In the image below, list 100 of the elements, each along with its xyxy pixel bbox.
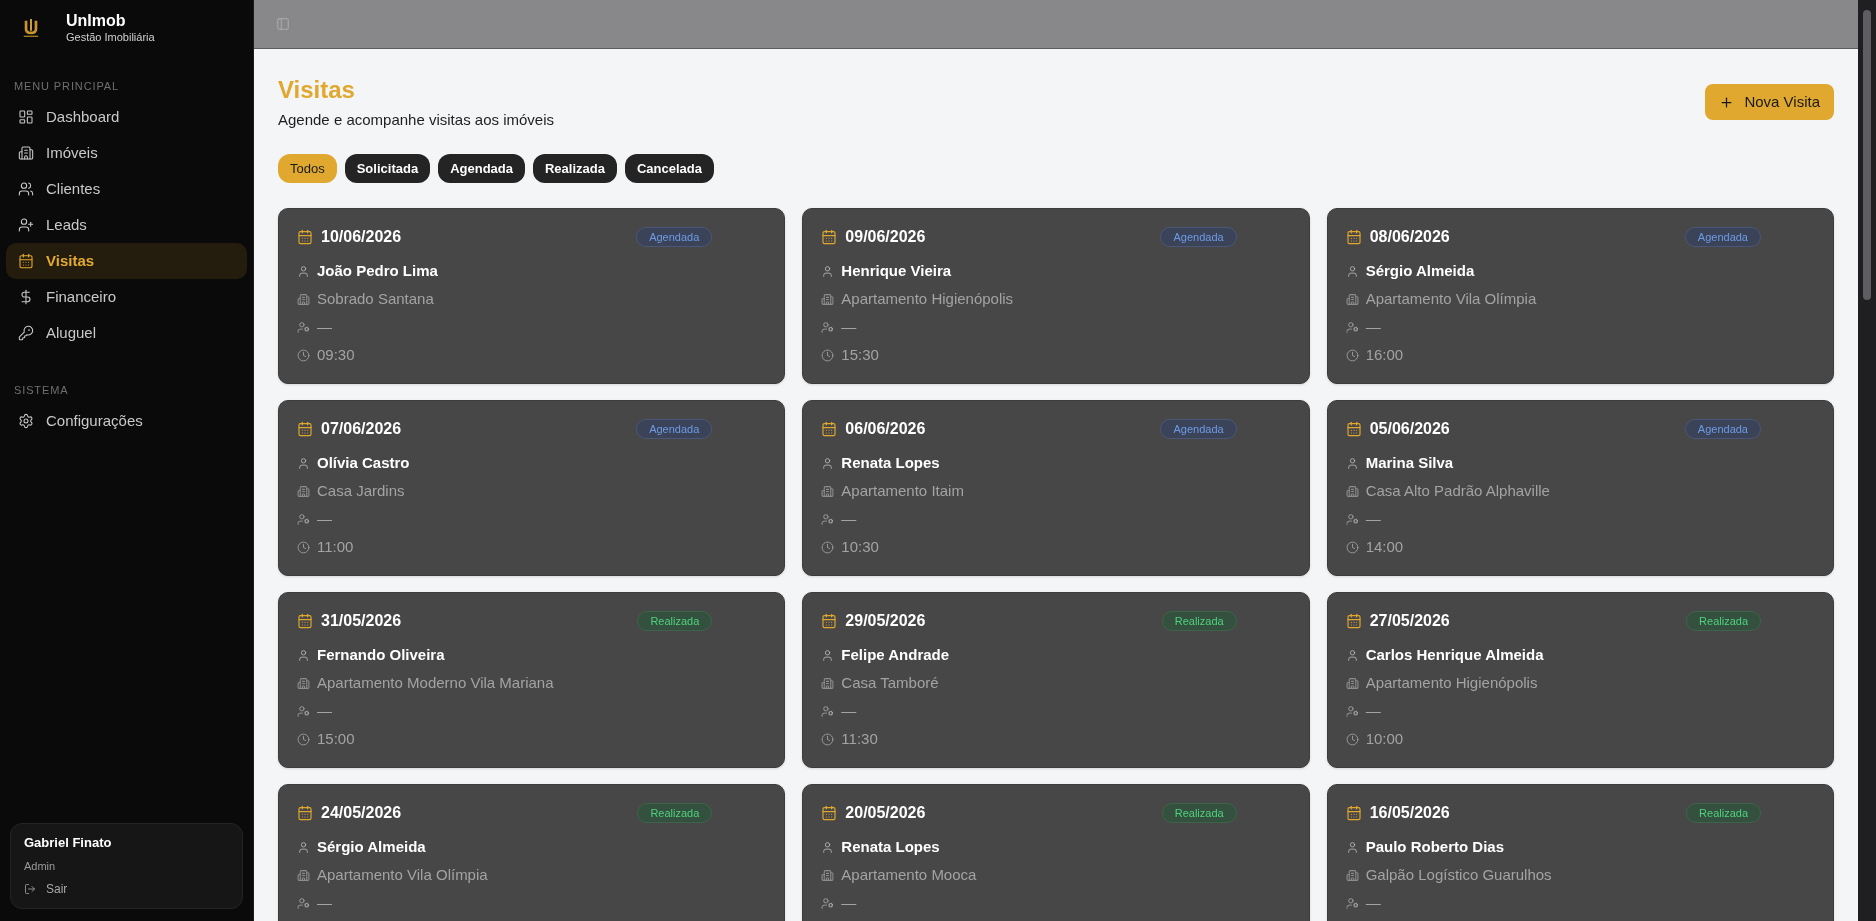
user-gear-icon (297, 512, 310, 526)
filter-tab[interactable]: Cancelada (624, 154, 714, 183)
dollar-icon (18, 289, 34, 305)
scrollbar-thumb[interactable] (1863, 10, 1871, 300)
clock-icon (297, 540, 310, 554)
status-badge: Realizada (1686, 803, 1761, 823)
user-gear-icon (297, 896, 310, 910)
visit-time: 10:00 (1365, 729, 1404, 749)
filter-tab[interactable]: Solicitada (344, 154, 431, 183)
user-icon (1345, 264, 1359, 278)
calendar-icon (821, 613, 838, 629)
visit-card[interactable]: 06/06/2026 Agendada Renata Lopes Apartamento Itaim — 10:30 (802, 400, 1310, 576)
visit-card[interactable]: 10/06/2026 Agendada João Pedro Lima Sobrado Santana — 09:30 (278, 208, 786, 384)
logout-button[interactable]: Sair (24, 880, 68, 898)
building-icon (297, 484, 310, 498)
agent-name: — (317, 317, 332, 337)
client-name: João Pedro Lima (317, 261, 438, 281)
visit-date: 27/05/2026 (1369, 611, 1450, 631)
sidebar-item[interactable]: Financeiro (6, 279, 247, 315)
calendar-icon (821, 805, 838, 821)
agent-name: — (841, 509, 857, 529)
sidebar-item[interactable]: Imóveis (6, 135, 247, 171)
clock-icon (297, 732, 310, 746)
visit-time: 14:00 (1365, 537, 1404, 557)
client-name: Sérgio Almeida (317, 837, 426, 857)
status-badge: Realizada (637, 803, 713, 823)
section-label: SISTEMA (13, 383, 70, 398)
page-title: Visitas (278, 75, 356, 105)
status-badge: Agendada (1684, 227, 1761, 247)
user-gear-icon (821, 320, 835, 334)
sidebar-item[interactable]: Aluguel (6, 315, 247, 351)
user-icon (821, 264, 835, 278)
user-icon (1345, 648, 1359, 662)
visit-date: 06/06/2026 (845, 419, 926, 439)
filter-tab[interactable]: Realizada (532, 154, 617, 183)
property-name: Casa Tamboré (841, 673, 939, 693)
filter-tab[interactable]: Agendada (438, 154, 525, 183)
visit-date: 09/06/2026 (845, 227, 926, 247)
visit-date: 29/05/2026 (845, 611, 926, 631)
property-name: Sobrado Santana (317, 289, 434, 309)
visit-card[interactable]: 07/06/2026 Agendada Olívia Castro Casa Jardins — 11:00 (278, 400, 786, 576)
sidebar-item[interactable]: Configurações (6, 403, 247, 439)
user-icon (821, 840, 835, 854)
clock-icon (821, 348, 835, 362)
visit-card[interactable]: 20/05/2026 Realizada Renata Lopes Apartamento Mooca — (802, 784, 1310, 921)
grid-icon (18, 109, 34, 125)
client-name: Olívia Castro (317, 453, 410, 473)
user-icon (1345, 840, 1359, 854)
calendar-icon (18, 253, 34, 269)
client-name: Henrique Vieira (841, 261, 952, 281)
visit-date: 07/06/2026 (321, 419, 402, 439)
visit-card[interactable]: 16/05/2026 Realizada Paulo Roberto Dias Galpão Logístico Guarulhos — (1326, 784, 1834, 921)
building-icon (1345, 676, 1359, 690)
scrollbar[interactable] (1858, 0, 1876, 921)
building-icon (18, 145, 34, 161)
client-name: Renata Lopes (841, 453, 940, 473)
building-icon (1345, 484, 1359, 498)
sidebar-item[interactable]: Visitas (6, 243, 247, 279)
user-icon (297, 264, 310, 278)
visit-date: 20/05/2026 (845, 803, 926, 823)
property-name: Galpão Logístico Guarulhos (1365, 865, 1552, 885)
calendar-icon (297, 613, 313, 629)
user-plus-icon (18, 217, 34, 233)
settings-icon (18, 413, 34, 429)
client-name: Fernando Oliveira (317, 645, 445, 665)
status-badge: Realizada (1161, 611, 1237, 631)
property-name: Apartamento Mooca (841, 865, 977, 885)
agent-name: — (841, 893, 857, 913)
building-icon (1345, 868, 1359, 882)
agent-name: — (317, 509, 332, 529)
user-gear-icon (821, 896, 835, 910)
visit-card[interactable]: 08/06/2026 Agendada Sérgio Almeida Apartamento Vila Olímpia — 16:00 (1326, 208, 1834, 384)
visit-date: 08/06/2026 (1369, 227, 1450, 247)
visit-card[interactable]: 29/05/2026 Realizada Felipe Andrade Casa Tamboré — 11:30 (802, 592, 1310, 768)
property-name: Apartamento Vila Olímpia (1365, 289, 1537, 309)
agent-name: — (1365, 317, 1381, 337)
visit-card[interactable]: 09/06/2026 Agendada Henrique Vieira Apartamento Higienópolis — 15:30 (802, 208, 1310, 384)
clock-icon (1345, 540, 1359, 554)
agent-name: — (841, 317, 857, 337)
agent-name: — (1365, 509, 1381, 529)
visit-card[interactable]: 27/05/2026 Realizada Carlos Henrique Almeida Apartamento Higienópolis — 10:00 (1326, 592, 1834, 768)
clock-icon (297, 348, 310, 362)
sidebar-item[interactable]: Leads (6, 207, 247, 243)
sidebar-item[interactable]: Clientes (6, 171, 247, 207)
visit-time: 11:30 (841, 729, 878, 749)
user-icon (821, 456, 835, 470)
status-badge: Realizada (1686, 611, 1761, 631)
visit-card[interactable]: 31/05/2026 Realizada Fernando Oliveira Apartamento Moderno Vila Mariana — 15:00 (278, 592, 786, 768)
visit-card[interactable]: 05/06/2026 Agendada Marina Silva Casa Alto Padrão Alphaville — 14:00 (1326, 400, 1834, 576)
status-badge: Realizada (1161, 803, 1237, 823)
property-name: Apartamento Higienópolis (1365, 673, 1538, 693)
filter-tab[interactable]: Todos (278, 154, 337, 183)
building-icon (297, 868, 310, 882)
user-icon (297, 456, 310, 470)
calendar-icon (1345, 613, 1362, 629)
new-visit-button[interactable]: Nova Visita (1705, 84, 1834, 120)
visit-card[interactable]: 24/05/2026 Realizada Sérgio Almeida Apartamento Vila Olímpia — (278, 784, 786, 921)
sidebar-item[interactable]: Dashboard (6, 99, 247, 135)
sidebar-toggle-icon[interactable] (276, 17, 290, 31)
client-name: Sérgio Almeida (1365, 261, 1475, 281)
